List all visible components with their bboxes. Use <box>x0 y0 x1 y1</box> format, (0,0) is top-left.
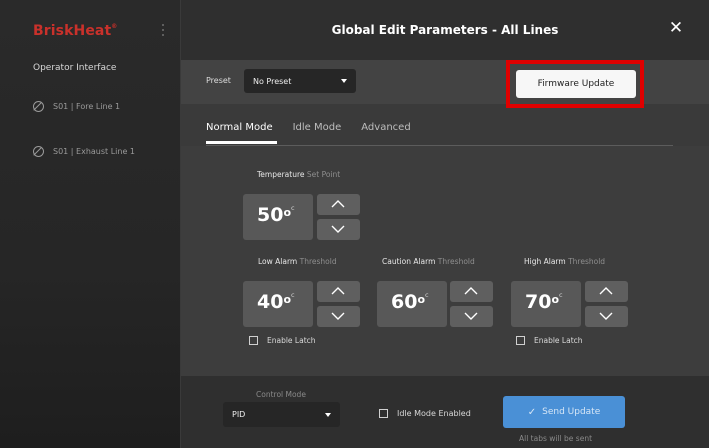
chevron-down-icon <box>341 79 347 83</box>
caution-alarm-value: 60oc <box>391 291 429 313</box>
mode-tabs: Normal Mode Idle Mode Advanced <box>206 122 431 146</box>
high-alarm-number: 70 <box>525 291 552 313</box>
checkbox[interactable] <box>516 336 525 345</box>
sidebar-item-exhaust-line[interactable]: S01 | Exhaust Line 1 <box>33 143 173 159</box>
send-update-label: Send Update <box>542 407 601 417</box>
setpoint-value: 50oc <box>257 204 295 226</box>
high-alarm-label: High Alarm Threshold <box>524 257 605 266</box>
degree-symbol: o <box>417 293 426 306</box>
control-mode-dropdown[interactable]: PID <box>223 402 340 427</box>
setpoint-value-box[interactable]: 50oc <box>243 194 313 240</box>
low-alarm-label: Low Alarm Threshold <box>258 257 337 266</box>
setpoint-number: 50 <box>257 204 284 226</box>
high-alarm-enable-latch[interactable]: Enable Latch <box>516 336 583 345</box>
degree-symbol: o <box>283 206 292 219</box>
checkbox[interactable] <box>249 336 258 345</box>
low-alarm-value: 40oc <box>257 291 295 313</box>
unit-label: c <box>291 291 295 299</box>
sidebar: BriskHeat® Operator Interface S01 | Fore… <box>0 0 181 448</box>
latch-label: Enable Latch <box>267 336 316 345</box>
kebab-menu-icon[interactable] <box>159 24 167 38</box>
caution-alarm-label-text: Caution Alarm <box>382 257 436 266</box>
low-alarm-label-text: Low Alarm <box>258 257 298 266</box>
preset-dropdown[interactable]: No Preset <box>244 69 356 93</box>
low-alarm-decrement-button[interactable] <box>317 306 360 327</box>
low-alarm-enable-latch[interactable]: Enable Latch <box>249 336 316 345</box>
low-alarm-value-box[interactable]: 40oc <box>243 281 313 327</box>
send-note: All tabs will be sent <box>519 434 593 443</box>
low-alarm-increment-button[interactable] <box>317 281 360 302</box>
high-alarm-label-text: High Alarm <box>524 257 566 266</box>
disabled-icon <box>33 145 44 157</box>
idle-mode-label: Idle Mode Enabled <box>397 409 471 418</box>
sidebar-item-label: S01 | Fore Line 1 <box>53 101 121 111</box>
caution-alarm-label: Caution Alarm Threshold <box>382 257 475 266</box>
brand-row: BriskHeat® <box>0 0 181 60</box>
highlight-box <box>506 60 644 108</box>
checkbox[interactable] <box>379 409 388 418</box>
control-mode-selected: PID <box>232 410 246 419</box>
sidebar-item-fore-line[interactable]: S01 | Fore Line 1 <box>33 98 173 114</box>
high-alarm-increment-button[interactable] <box>585 281 628 302</box>
setpoint-label-text: Temperature <box>257 170 305 179</box>
brand-name: BriskHeat <box>33 23 112 39</box>
page-title: Global Edit Parameters - All Lines <box>331 23 559 37</box>
disabled-icon <box>33 100 44 112</box>
parameters-content: Temperature Set Point 50oc Low Alarm Thr… <box>181 146 709 376</box>
header: Global Edit Parameters - All Lines ✕ <box>181 0 709 60</box>
high-alarm-decrement-button[interactable] <box>585 306 628 327</box>
brand-logo: BriskHeat® <box>33 23 117 39</box>
setpoint-increment-button[interactable] <box>317 194 360 215</box>
caution-alarm-number: 60 <box>391 291 418 313</box>
high-alarm-label-dim: Threshold <box>568 257 606 266</box>
low-alarm-label-dim: Threshold <box>299 257 337 266</box>
preset-label: Preset <box>206 76 231 85</box>
caution-alarm-increment-button[interactable] <box>450 281 493 302</box>
send-update-button[interactable]: ✓ Send Update <box>503 396 625 428</box>
caution-alarm-label-dim: Threshold <box>437 257 475 266</box>
sidebar-item-label: S01 | Exhaust Line 1 <box>53 146 136 156</box>
setpoint-label: Temperature Set Point <box>257 170 340 179</box>
brand-mark: ® <box>111 23 118 30</box>
caution-alarm-decrement-button[interactable] <box>450 306 493 327</box>
latch-label: Enable Latch <box>534 336 583 345</box>
setpoint-label-dim: Set Point <box>306 170 341 179</box>
degree-symbol: o <box>551 293 560 306</box>
control-mode-label: Control Mode <box>256 390 306 399</box>
setpoint-decrement-button[interactable] <box>317 219 360 240</box>
unit-label: c <box>559 291 563 299</box>
idle-mode-enabled-checkbox[interactable]: Idle Mode Enabled <box>379 409 471 418</box>
main-panel: Global Edit Parameters - All Lines ✕ Pre… <box>181 0 709 448</box>
tab-advanced[interactable]: Advanced <box>361 122 410 146</box>
footer: Control Mode PID Idle Mode Enabled ✓ Sen… <box>181 376 709 448</box>
close-icon[interactable]: ✕ <box>666 18 686 38</box>
unit-label: c <box>291 204 295 212</box>
degree-symbol: o <box>283 293 292 306</box>
checkmark-icon: ✓ <box>527 406 537 418</box>
tab-idle-mode[interactable]: Idle Mode <box>293 122 342 146</box>
unit-label: c <box>425 291 429 299</box>
caution-alarm-value-box[interactable]: 60oc <box>377 281 447 327</box>
high-alarm-value: 70oc <box>525 291 563 313</box>
chevron-down-icon <box>325 412 331 417</box>
sidebar-title: Operator Interface <box>33 63 117 73</box>
low-alarm-number: 40 <box>257 291 284 313</box>
preset-selected: No Preset <box>253 76 292 86</box>
tab-normal-mode[interactable]: Normal Mode <box>206 122 277 146</box>
high-alarm-value-box[interactable]: 70oc <box>511 281 581 327</box>
